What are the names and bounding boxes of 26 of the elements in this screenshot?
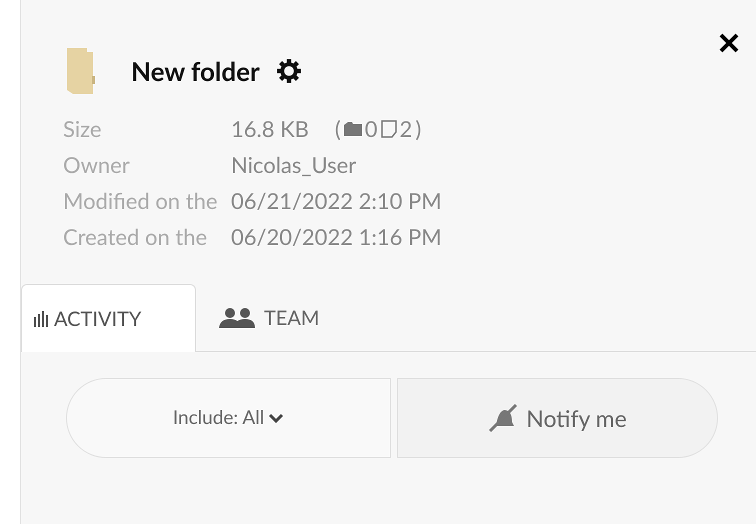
settings-icon[interactable]: [276, 58, 302, 84]
detail-value: 06/20/2022 1:16 PM: [231, 222, 442, 252]
detail-value: Nicolas_User: [231, 150, 356, 180]
detail-value: 06/21/2022 2:10 PM: [231, 186, 442, 216]
detail-label: Modified on the: [63, 186, 218, 216]
tab[interactable]: TEAM: [196, 284, 342, 351]
paren-text: (: [334, 114, 341, 144]
folder-count: 0: [364, 114, 378, 144]
include-dropdown[interactable]: Include: All: [66, 378, 391, 458]
tab[interactable]: ACTIVITY: [21, 284, 196, 352]
people-icon: [218, 308, 256, 328]
detail-label: Created on the: [63, 222, 208, 252]
bar-chart-icon: [34, 310, 48, 326]
detail-label: Size: [63, 114, 102, 144]
folder-icon: [65, 46, 97, 96]
file-count: 2: [400, 114, 412, 144]
detail-label: Owner: [63, 150, 131, 180]
detail-value: 16.8 KB: [231, 114, 309, 144]
muted-bell-icon: [488, 404, 518, 432]
notify-button[interactable]: Notify me: [397, 378, 718, 458]
caret-icon: [268, 412, 284, 424]
file-icon: [380, 120, 397, 138]
paren-text: ): [415, 114, 422, 144]
folder-title: New folder: [131, 54, 260, 88]
close-icon: [718, 32, 740, 54]
folder-icon: [344, 122, 362, 136]
